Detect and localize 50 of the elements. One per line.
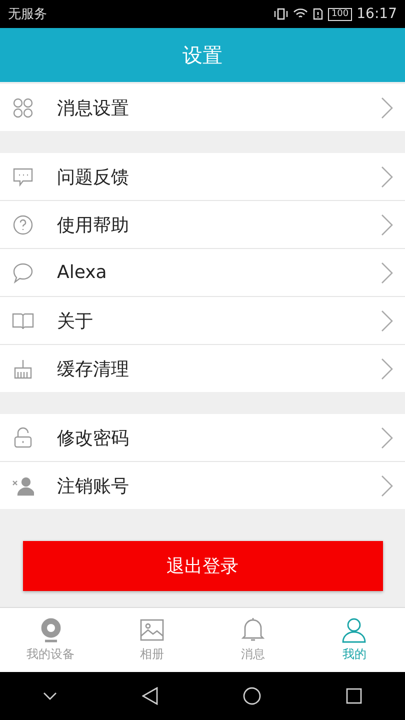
tab-label: 我的 [342,646,366,663]
image-icon [138,617,165,643]
row-label: Alexa [57,262,108,283]
clock-text: 16:17 [356,6,397,22]
help-icon [12,214,34,236]
settings-row[interactable]: 使用帮助 [0,201,405,249]
battery-level: 100 [328,8,352,20]
broom-icon [12,358,34,380]
chevron-icon [381,310,393,332]
chevron-icon [381,214,393,236]
tab-label: 相册 [140,646,164,663]
row-label: 问题反馈 [57,166,130,188]
row-label: 注销账号 [57,474,130,498]
row-label: 使用帮助 [57,214,130,236]
settings-row[interactable]: 关于 [0,297,405,345]
tab-label: 我的设备 [26,646,75,663]
chevron-icon [381,262,393,284]
home-icon[interactable] [243,687,262,705]
row-label: 缓存清理 [57,358,130,380]
row-label: 消息设置 [57,96,130,120]
lock-icon [12,426,34,448]
settings-row[interactable]: 注销账号 [0,462,405,509]
chevron-down-icon[interactable] [42,692,57,700]
bell-icon [240,617,266,643]
settings-row[interactable]: Alexa [0,249,405,297]
chevron-icon [381,426,393,448]
chat-icon [12,166,34,188]
speech-bubble-icon [12,262,34,284]
settings-row[interactable]: 缓存清理 [0,345,405,392]
vibrate-icon [274,8,288,20]
wifi-icon [293,8,308,20]
back-icon[interactable] [142,687,158,705]
chevron-icon [381,96,393,118]
sim-icon [313,8,324,20]
recents-icon[interactable] [346,688,362,704]
logout-button[interactable]: 退出登录 [22,541,382,591]
person-icon [341,617,368,643]
chevron-icon [381,166,393,188]
chevron-icon [381,474,393,496]
page-title: 设置 [182,42,222,68]
carrier-text: 无服务 [8,6,47,23]
settings-row[interactable]: 问题反馈 [0,153,405,201]
row-label: 关于 [57,310,94,332]
clover-icon [12,96,34,118]
remove-user-icon [12,474,34,496]
row-label: 修改密码 [57,426,130,450]
chevron-icon [381,358,393,380]
settings-row[interactable]: 消息设置 [0,84,405,131]
tab-label: 消息 [241,646,266,663]
settings-row[interactable]: 修改密码 [0,414,405,462]
